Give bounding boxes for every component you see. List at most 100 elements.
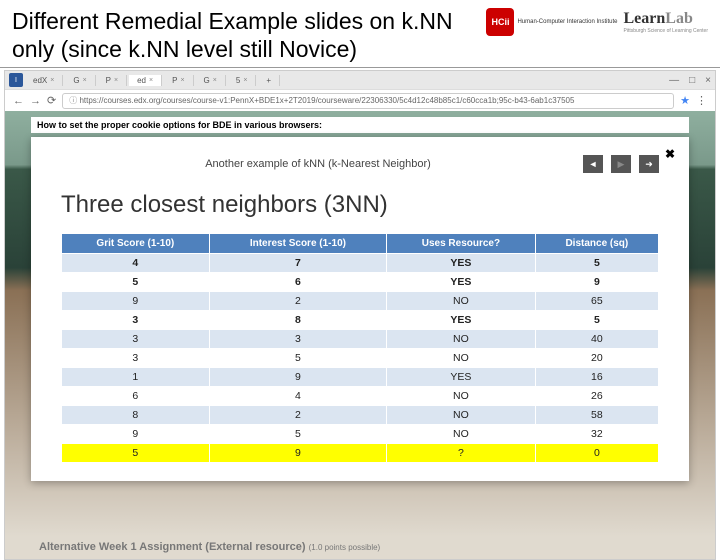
page-content: How to set the proper cookie options for…	[5, 111, 715, 559]
table-cell: 3	[209, 330, 386, 349]
table-row: 19YES16	[62, 368, 659, 387]
cookie-instructions: How to set the proper cookie options for…	[31, 117, 689, 133]
maximize-icon[interactable]: □	[689, 75, 695, 86]
table-cell: 4	[62, 254, 210, 273]
close-icon[interactable]: ×	[50, 77, 54, 84]
close-icon[interactable]: ×	[180, 77, 184, 84]
reload-button[interactable]: ⟳	[47, 94, 56, 107]
table-cell: 1	[62, 368, 210, 387]
browser-app-icon: I	[9, 73, 23, 87]
table-row: 82NO58	[62, 406, 659, 425]
table-cell: NO	[387, 406, 536, 425]
table-cell: YES	[387, 368, 536, 387]
table-cell: 5	[62, 273, 210, 292]
inner-slide-title: Three closest neighbors (3NN)	[61, 191, 659, 219]
new-tab-button[interactable]: +	[258, 75, 280, 86]
close-icon[interactable]: ×	[83, 77, 87, 84]
browser-window: I edX× G× P× ed× P× G× 5× + — □ × ← → ⟳ …	[4, 70, 716, 560]
table-cell: 9	[62, 425, 210, 444]
table-cell: 40	[535, 330, 658, 349]
table-cell: 0	[535, 444, 658, 463]
hcii-logo-icon: HCii	[486, 8, 514, 36]
url-input[interactable]: https://courses.edx.org/courses/course-v…	[62, 93, 674, 109]
table-row: 95NO32	[62, 425, 659, 444]
table-row: 38YES5	[62, 311, 659, 330]
hcii-text: Human-Computer Interaction Institute	[517, 19, 617, 25]
bookmark-icon[interactable]: ★	[680, 94, 690, 107]
table-row: 47YES5	[62, 254, 659, 273]
table-cell: NO	[387, 292, 536, 311]
table-cell: 2	[209, 292, 386, 311]
table-cell: 5	[535, 254, 658, 273]
table-cell: YES	[387, 254, 536, 273]
tab-item[interactable]: ed×	[129, 75, 162, 86]
forward-button[interactable]: →	[30, 95, 41, 107]
learnlab-subtitle: Pittsburgh Science of Learning Center	[624, 28, 709, 34]
table-row: 56YES9	[62, 273, 659, 292]
knn-data-table: Grit Score (1-10)Interest Score (1-10)Us…	[61, 233, 659, 463]
next-slide-button[interactable]: ➜	[639, 155, 659, 173]
table-row: 92NO65	[62, 292, 659, 311]
browser-nav: ← → ⟳ https://courses.edx.org/courses/co…	[5, 89, 715, 111]
table-cell: NO	[387, 387, 536, 406]
table-cell: 9	[62, 292, 210, 311]
tab-item[interactable]: G×	[196, 75, 226, 86]
tab-item[interactable]: P×	[98, 75, 127, 86]
close-embed-button[interactable]: ✖	[665, 147, 675, 161]
table-cell: ?	[387, 444, 536, 463]
table-cell: 16	[535, 368, 658, 387]
table-cell: 7	[209, 254, 386, 273]
table-cell: 5	[535, 311, 658, 330]
table-row: 33NO40	[62, 330, 659, 349]
table-cell: 6	[62, 387, 210, 406]
tab-item[interactable]: G×	[65, 75, 95, 86]
tab-item[interactable]: edX×	[25, 75, 63, 86]
table-cell: 9	[535, 273, 658, 292]
table-cell: 8	[209, 311, 386, 330]
minimize-icon[interactable]: —	[669, 75, 679, 86]
close-icon[interactable]: ×	[213, 77, 217, 84]
column-header: Uses Resource?	[387, 234, 536, 254]
table-cell: 6	[209, 273, 386, 292]
table-cell: 2	[209, 406, 386, 425]
table-cell: 8	[62, 406, 210, 425]
close-icon[interactable]: ×	[243, 77, 247, 84]
tab-item[interactable]: 5×	[228, 75, 257, 86]
embed-header-bar: Another example of kNN (k-Nearest Neighb…	[61, 155, 659, 173]
table-cell: 3	[62, 330, 210, 349]
table-cell: 26	[535, 387, 658, 406]
table-cell: 5	[209, 425, 386, 444]
close-window-icon[interactable]: ×	[705, 75, 711, 86]
table-cell: 9	[209, 368, 386, 387]
slide-header: Different Remedial Example slides on k.N…	[0, 0, 720, 68]
table-row: 35NO20	[62, 349, 659, 368]
embed-header-title: Another example of kNN (k-Nearest Neighb…	[61, 158, 575, 170]
column-header: Grit Score (1-10)	[62, 234, 210, 254]
table-cell: NO	[387, 330, 536, 349]
play-button[interactable]: ▶	[611, 155, 631, 173]
table-cell: YES	[387, 273, 536, 292]
table-cell: NO	[387, 425, 536, 444]
back-button[interactable]: ←	[13, 95, 24, 107]
logos: HCii Human-Computer Interaction Institut…	[486, 8, 708, 36]
table-row: 64NO26	[62, 387, 659, 406]
close-icon[interactable]: ×	[149, 77, 153, 84]
embedded-slide: ✖ Another example of kNN (k-Nearest Neig…	[31, 137, 689, 481]
tab-item[interactable]: P×	[164, 75, 193, 86]
table-cell: NO	[387, 349, 536, 368]
column-header: Distance (sq)	[535, 234, 658, 254]
table-row: 59?0	[62, 444, 659, 463]
menu-icon[interactable]: ⋮	[696, 94, 707, 107]
prev-slide-button[interactable]: ◄	[583, 155, 603, 173]
alt-assignment-label: Alternative Week 1 Assignment (External …	[39, 541, 380, 553]
column-header: Interest Score (1-10)	[209, 234, 386, 254]
table-cell: 58	[535, 406, 658, 425]
table-cell: 32	[535, 425, 658, 444]
close-icon[interactable]: ×	[114, 77, 118, 84]
learnlab-logo: LearnLab	[624, 10, 709, 28]
browser-tabs: I edX× G× P× ed× P× G× 5× + — □ ×	[5, 71, 715, 89]
table-cell: 20	[535, 349, 658, 368]
table-cell: 3	[62, 311, 210, 330]
table-cell: 4	[209, 387, 386, 406]
table-cell: 3	[62, 349, 210, 368]
